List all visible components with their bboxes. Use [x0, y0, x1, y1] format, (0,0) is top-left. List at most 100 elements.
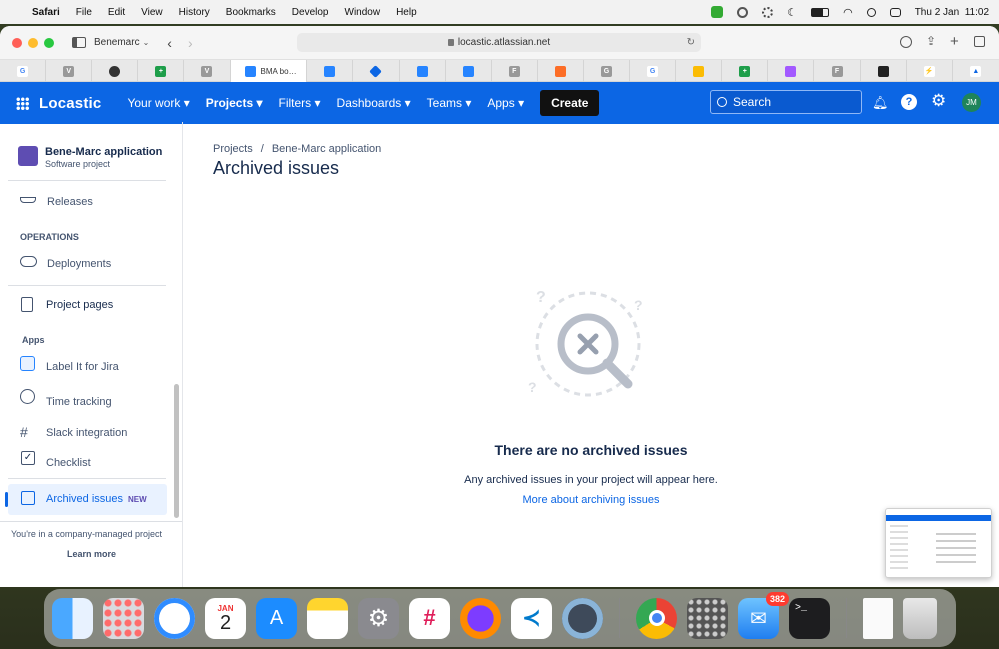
tab-jira-5[interactable] — [446, 60, 492, 82]
chevron-down-icon[interactable]: ⌄ — [143, 38, 150, 47]
new-tab-icon[interactable]: + — [950, 33, 959, 50]
mail-icon[interactable]: ✉ 382 — [738, 591, 789, 639]
chrome-icon[interactable] — [636, 597, 677, 639]
project-sidebar: Bene-Marc application Software project R… — [0, 122, 183, 587]
tab-jira-4[interactable] — [400, 60, 446, 82]
wifi-icon[interactable]: ◠ — [843, 6, 853, 19]
help-icon[interactable]: ? — [901, 94, 917, 110]
sidebar-item-checklist[interactable]: Checklist — [46, 457, 91, 469]
menu-window[interactable]: Window — [345, 7, 381, 18]
menu-edit[interactable]: Edit — [108, 7, 125, 18]
app-switcher-icon[interactable] — [16, 96, 29, 110]
profile-name[interactable]: Benemarc — [94, 37, 140, 48]
nav-filters[interactable]: Filters ▾ — [279, 96, 321, 110]
sidebar-item-label-it[interactable]: Label It for Jira — [46, 361, 119, 373]
calendar-icon[interactable]: JAN 2 — [205, 597, 246, 639]
tab-app[interactable] — [92, 60, 139, 82]
safari-icon[interactable] — [154, 597, 195, 639]
tab-g[interactable]: G — [584, 60, 631, 82]
sidebar-toggle-icon[interactable] — [72, 37, 86, 48]
sidebar-item-releases[interactable]: Releases — [47, 196, 93, 208]
slack-icon[interactable]: # — [409, 597, 450, 639]
menu-history[interactable]: History — [179, 7, 210, 18]
zoom-window-button[interactable] — [44, 37, 54, 48]
sidebar-item-time-tracking[interactable]: Time tracking — [46, 396, 112, 408]
breadcrumb-projects[interactable]: Projects — [213, 143, 253, 155]
tab-f[interactable]: F — [492, 60, 538, 82]
tab-jira-2[interactable] — [307, 60, 354, 82]
tab-sheets-2[interactable]: + — [722, 60, 769, 82]
menubar-clock[interactable]: Thu 2 Jan 11:02 — [915, 7, 989, 18]
system-settings-icon[interactable]: ⚙ — [358, 597, 399, 639]
tab-google[interactable]: G — [0, 60, 47, 82]
breadcrumb-project[interactable]: Bene-Marc application — [272, 143, 381, 155]
finder-icon[interactable] — [52, 597, 93, 639]
nav-teams[interactable]: Teams ▾ — [427, 96, 472, 110]
share-icon[interactable]: ⇪ — [926, 34, 936, 48]
notes-icon[interactable] — [307, 597, 348, 639]
avatar[interactable]: JM — [962, 93, 981, 112]
tab-atlassian[interactable]: ▲ — [953, 60, 999, 82]
menu-help[interactable]: Help — [396, 7, 417, 18]
back-button[interactable]: ‹ — [167, 35, 172, 51]
minimize-window-button[interactable] — [28, 37, 38, 48]
tab-figma[interactable] — [768, 60, 815, 82]
tab-sheets[interactable]: + — [138, 60, 185, 82]
quicktime-icon[interactable] — [562, 597, 603, 639]
forward-button[interactable]: › — [188, 35, 193, 51]
reload-icon[interactable]: ↻ — [687, 37, 695, 48]
menu-file[interactable]: File — [76, 7, 92, 18]
nav-projects[interactable]: Projects ▾ — [206, 96, 263, 110]
tab-v[interactable]: V — [46, 60, 93, 82]
tab-bolt[interactable]: ⚡ — [907, 60, 953, 82]
create-button[interactable]: Create — [540, 90, 600, 116]
trash-icon[interactable] — [903, 597, 937, 639]
tab-active-jira[interactable]: BMA bo… — [230, 60, 308, 82]
project-name[interactable]: Bene-Marc application — [45, 146, 162, 158]
launchpad-icon[interactable] — [103, 597, 144, 639]
vscode-icon[interactable]: ≺ — [511, 597, 552, 639]
control-center-icon[interactable] — [889, 7, 901, 17]
terminal-icon[interactable]: >_ — [789, 597, 830, 639]
sidebar-item-deployments[interactable]: Deployments — [47, 258, 111, 270]
tab-overview-icon[interactable] — [974, 36, 985, 47]
notifications-icon[interactable]: 🔔︎ — [872, 95, 889, 111]
pdf-document-icon[interactable] — [863, 597, 893, 639]
firefox-icon[interactable] — [460, 597, 501, 639]
tab-drive[interactable] — [676, 60, 723, 82]
archiving-help-link[interactable]: More about archiving issues — [523, 494, 660, 506]
settings-gear-icon[interactable]: ⚙ — [931, 91, 946, 111]
tab-v2[interactable]: V — [184, 60, 231, 82]
tab-chatgpt[interactable] — [861, 60, 907, 82]
battery-icon[interactable] — [811, 7, 830, 17]
nav-dashboards[interactable]: Dashboards ▾ — [337, 96, 411, 110]
screenshot-thumbnail[interactable] — [885, 508, 992, 578]
status-fan-icon[interactable] — [762, 6, 774, 18]
download-icon[interactable] — [900, 36, 912, 48]
sidebar-scrollbar[interactable] — [174, 384, 179, 518]
learn-more-link[interactable]: Learn more — [67, 549, 116, 559]
address-bar[interactable]: locastic.atlassian.net ↻ — [297, 33, 701, 52]
menu-app-name[interactable]: Safari — [32, 7, 60, 18]
menu-view[interactable]: View — [141, 7, 163, 18]
app-store-icon[interactable]: A — [256, 597, 297, 639]
tab-gitlab[interactable] — [538, 60, 584, 82]
sidebar-item-slack[interactable]: Slack integration — [46, 427, 127, 439]
status-record-icon[interactable] — [737, 6, 749, 18]
status-app-icon[interactable] — [711, 6, 724, 18]
tab-f2[interactable]: F — [814, 60, 861, 82]
nav-your-work[interactable]: Your work ▾ — [127, 96, 189, 110]
moon-icon[interactable]: ☾ — [787, 6, 797, 19]
nav-apps[interactable]: Apps ▾ — [487, 96, 524, 110]
search-input[interactable]: Search — [710, 90, 862, 114]
close-window-button[interactable] — [12, 37, 22, 48]
tab-jira-3[interactable] — [353, 60, 400, 82]
spotlight-search-icon[interactable] — [866, 7, 876, 17]
sidebar-item-archived-issues[interactable]: Archived issues NEW — [5, 484, 167, 515]
site-logo[interactable]: Locastic — [39, 95, 101, 112]
tab-google-2[interactable]: G — [630, 60, 677, 82]
menu-bookmarks[interactable]: Bookmarks — [226, 7, 276, 18]
menu-develop[interactable]: Develop — [292, 7, 329, 18]
calculator-icon[interactable] — [687, 597, 728, 639]
sidebar-item-project-pages[interactable]: Project pages — [46, 299, 113, 311]
